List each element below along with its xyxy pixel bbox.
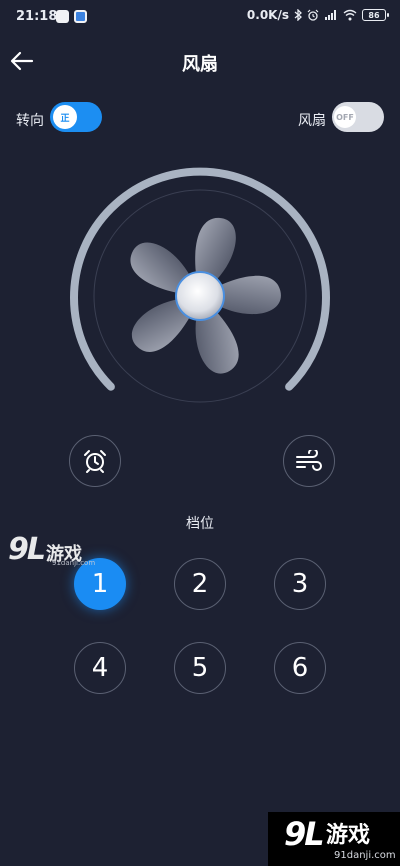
timer-button[interactable] bbox=[69, 435, 121, 487]
gear-button-5[interactable]: 5 bbox=[174, 642, 226, 694]
gear-button-3[interactable]: 3 bbox=[274, 558, 326, 610]
battery-icon: 86 bbox=[362, 9, 389, 21]
gear-level: 2 bbox=[191, 569, 209, 599]
fan-visual bbox=[60, 160, 340, 440]
gear-level: 6 bbox=[291, 653, 309, 683]
alarm-icon bbox=[307, 9, 319, 21]
gear-level: 4 bbox=[91, 653, 109, 683]
gear-button-2[interactable]: 2 bbox=[174, 558, 226, 610]
wifi-icon bbox=[343, 9, 357, 21]
direction-toggle-knob: 正 bbox=[53, 105, 77, 129]
gear-level: 5 bbox=[191, 653, 209, 683]
status-indicators: 0.0K/s 86 bbox=[246, 8, 389, 22]
wind-icon bbox=[296, 450, 322, 471]
gear-label: 档位 bbox=[186, 516, 214, 532]
fan-graphic bbox=[70, 167, 330, 403]
page-title: 风扇 bbox=[182, 54, 218, 75]
fan-power-toggle[interactable]: OFF bbox=[332, 102, 384, 132]
bluetooth-icon bbox=[294, 9, 302, 21]
wind-mode-button[interactable] bbox=[283, 435, 335, 487]
watermark-url: 91danji.com bbox=[334, 850, 396, 861]
fan-toggle-knob: OFF bbox=[334, 106, 356, 128]
fan-state: OFF bbox=[336, 112, 354, 122]
status-bar: 21:18 0.0K/s 86 bbox=[0, 0, 400, 34]
watermark-text: 游戏 bbox=[326, 823, 371, 848]
signal-icon bbox=[325, 10, 336, 20]
gear-level: 3 bbox=[291, 569, 309, 599]
watermark-logo: 9L 游戏 91danji.com bbox=[8, 532, 95, 568]
direction-label: 转向 bbox=[16, 113, 44, 129]
watermark-number: 9L bbox=[284, 815, 325, 853]
alarm-clock-icon bbox=[84, 450, 106, 473]
network-speed: 0.0K/s bbox=[246, 8, 289, 22]
watermark-small-url: 91danji.com bbox=[52, 559, 96, 567]
fan-hub bbox=[175, 271, 225, 321]
notification-app-icon bbox=[74, 10, 87, 23]
status-time: 21:18 bbox=[16, 9, 58, 24]
gear-level: 1 bbox=[91, 569, 109, 599]
fan-label: 风扇 bbox=[298, 113, 326, 129]
direction-state: 正 bbox=[60, 113, 70, 124]
direction-toggle[interactable]: 正 bbox=[50, 102, 102, 132]
notification-app-icon bbox=[56, 10, 69, 23]
watermark-number: 9L bbox=[8, 532, 46, 567]
battery-level: 86 bbox=[368, 10, 380, 20]
fan-control-screen: 21:18 0.0K/s 86 风扇 转向 正 风扇 OFF 档位 1 2 3 … bbox=[0, 0, 400, 866]
gear-button-6[interactable]: 6 bbox=[274, 642, 326, 694]
watermark-banner: 9L 游戏 91danji.com bbox=[268, 812, 400, 866]
gear-button-4[interactable]: 4 bbox=[74, 642, 126, 694]
